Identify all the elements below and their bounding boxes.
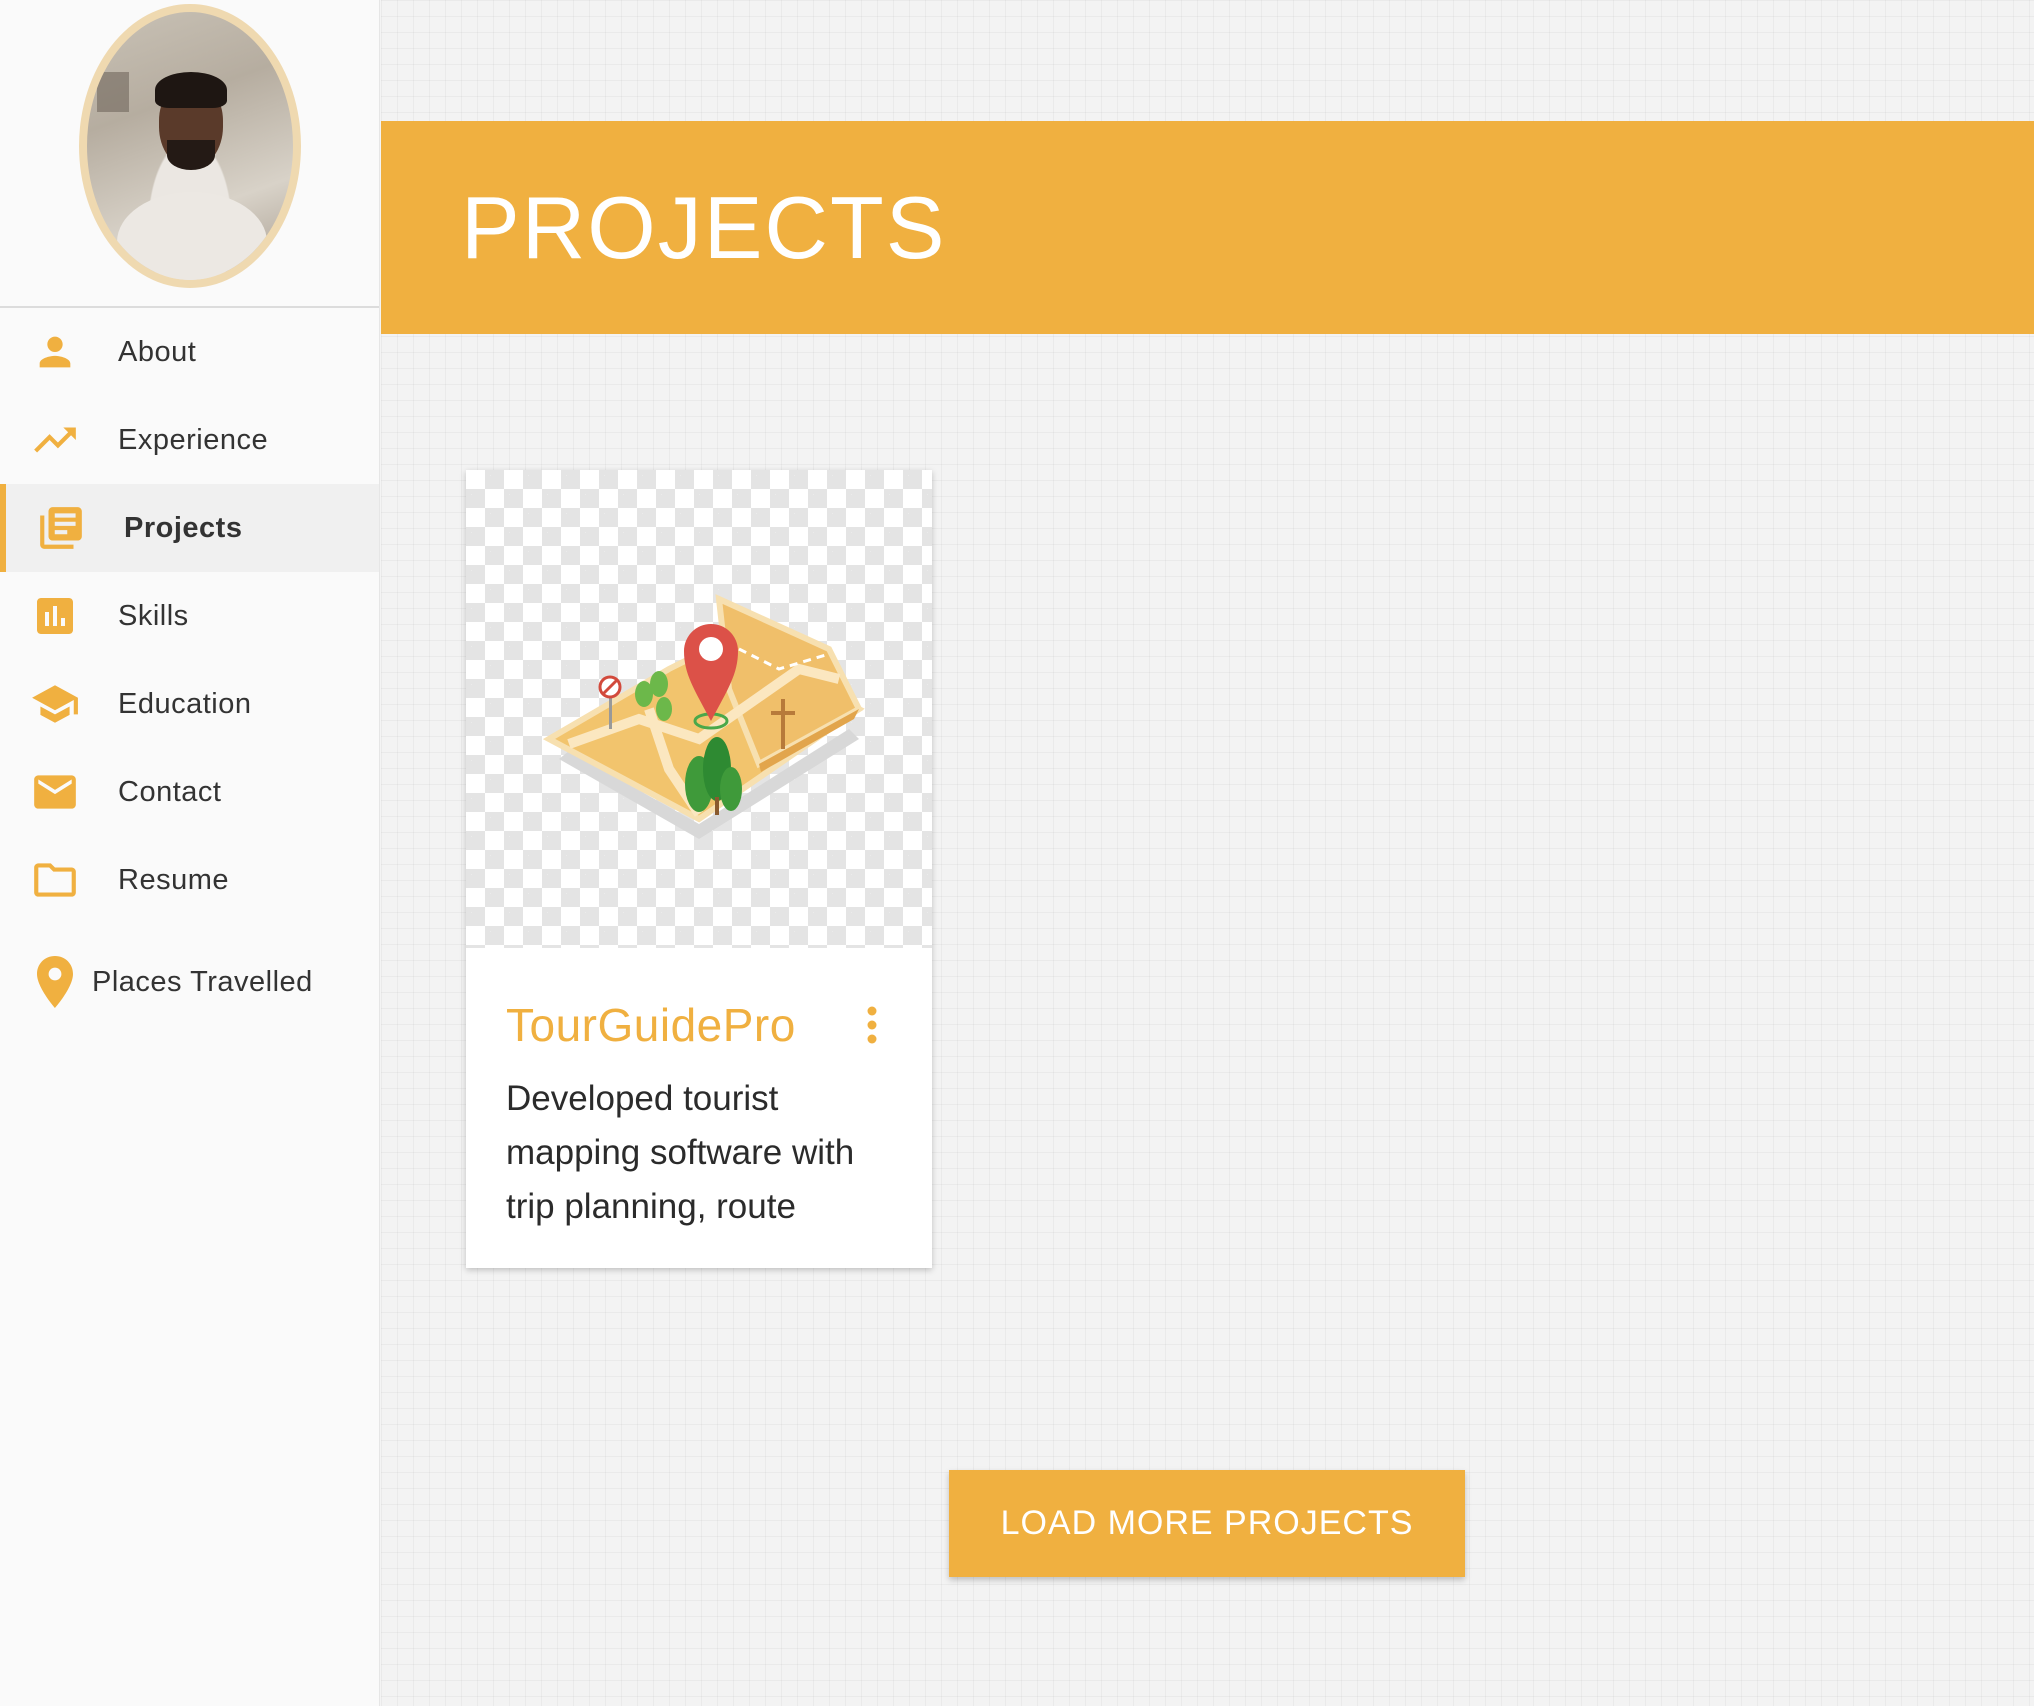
- sidebar-item-label: Education: [118, 687, 252, 720]
- map-illustration: [542, 594, 865, 839]
- sidebar-nav: About Experience Projects Skills Educati…: [0, 308, 379, 1030]
- page-banner: PROJECTS: [381, 121, 2034, 334]
- project-title[interactable]: TourGuidePro: [506, 998, 796, 1052]
- project-image: [466, 470, 932, 948]
- more-vert-icon[interactable]: [852, 1000, 892, 1050]
- sidebar-item-resume[interactable]: Resume: [0, 836, 379, 924]
- sidebar-item-places-travelled[interactable]: Places Travelled: [0, 934, 379, 1030]
- profile-section: [0, 0, 379, 308]
- sidebar-item-experience[interactable]: Experience: [0, 396, 379, 484]
- project-description: Developed tourist mapping software with …: [506, 1079, 855, 1226]
- mail-icon: [30, 767, 80, 817]
- project-card-body: TourGuidePro Developed tourist mapping s…: [466, 948, 932, 1240]
- project-card-header: TourGuidePro: [506, 998, 892, 1052]
- bar-chart-icon: [30, 591, 80, 641]
- folder-icon: [30, 855, 80, 905]
- page: About Experience Projects Skills Educati…: [0, 0, 2034, 1706]
- project-card[interactable]: TourGuidePro Developed tourist mapping s…: [466, 470, 932, 1268]
- sidebar-item-about[interactable]: About: [0, 308, 379, 396]
- load-more-projects-button[interactable]: LOAD MORE PROJECTS: [949, 1470, 1465, 1577]
- sidebar-item-education[interactable]: Education: [0, 660, 379, 748]
- sidebar-item-label: Projects: [124, 511, 243, 544]
- page-title: PROJECTS: [461, 177, 947, 277]
- person-icon: [30, 327, 80, 377]
- location-pin-icon: [30, 956, 80, 1008]
- sidebar: About Experience Projects Skills Educati…: [0, 0, 380, 1706]
- sidebar-item-label: Experience: [118, 423, 269, 456]
- sidebar-item-contact[interactable]: Contact: [0, 748, 379, 836]
- sidebar-item-label: About: [118, 335, 197, 368]
- sidebar-item-label: Resume: [118, 863, 229, 896]
- main-content: PROJECTS TourGuidePro Developed tourist …: [381, 0, 2034, 1706]
- sidebar-item-label: Places Travelled: [92, 965, 313, 998]
- sidebar-item-skills[interactable]: Skills: [0, 572, 379, 660]
- avatar: [78, 4, 301, 288]
- school-icon: [30, 679, 80, 729]
- sidebar-item-label: Skills: [118, 599, 189, 632]
- sidebar-item-label: Contact: [118, 775, 222, 808]
- sidebar-item-projects[interactable]: Projects: [0, 484, 379, 572]
- trending-up-icon: [30, 415, 80, 465]
- library-books-icon: [36, 503, 86, 553]
